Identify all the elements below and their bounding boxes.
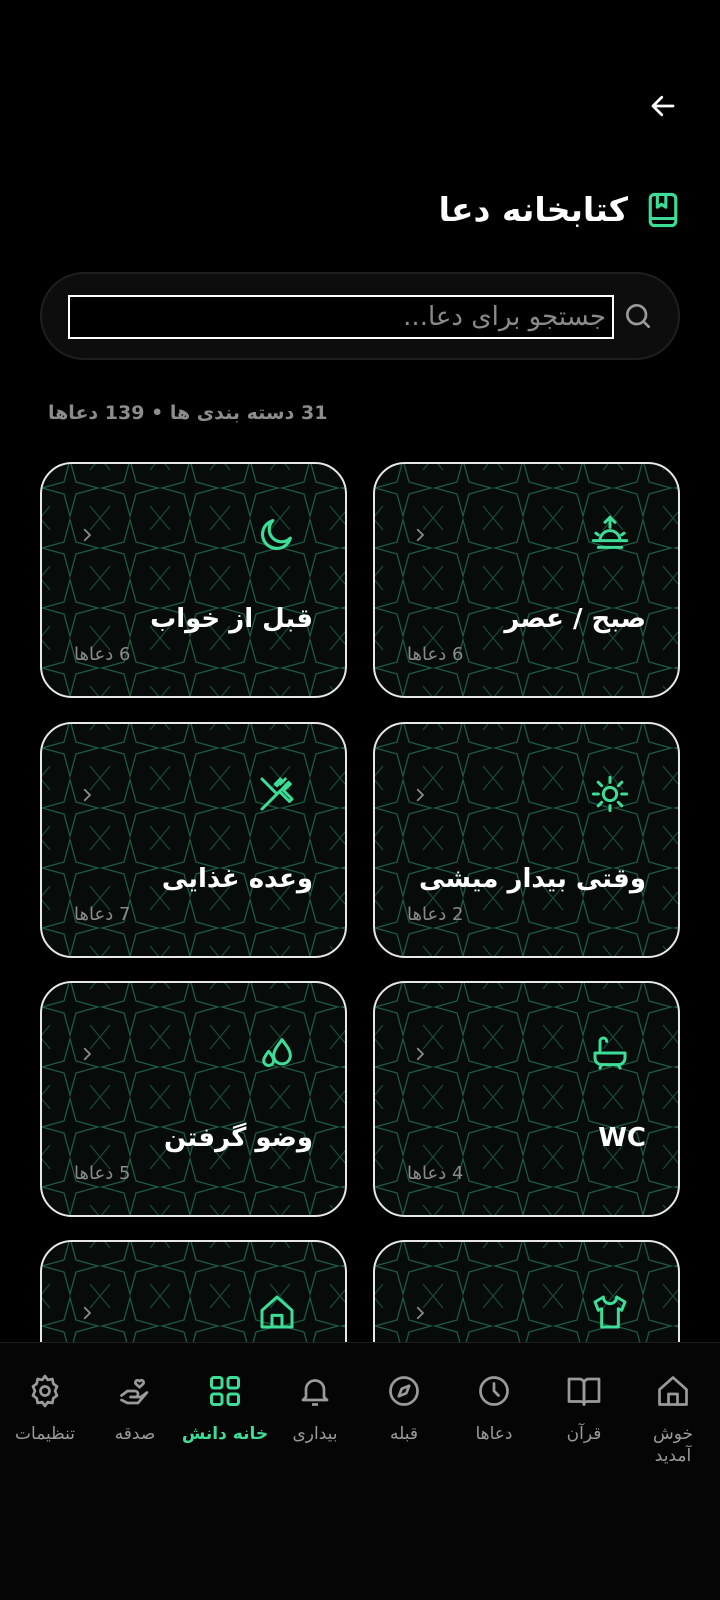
gear-icon — [31, 1374, 59, 1408]
nav-label: خانه دانش — [181, 1424, 269, 1444]
category-card[interactable]: وقتی بیدار میشی 2 دعاها — [373, 722, 680, 958]
category-card[interactable]: وعده غذایی 7 دعاها — [40, 722, 347, 958]
nav-item-qibla[interactable]: قبله — [360, 1373, 448, 1445]
chevron-left-icon — [83, 1306, 91, 1320]
bottom-navigation: خوش آمدید قرآن دعاها قبله بیداری خانه دا… — [0, 1342, 720, 1600]
chevron-left-icon — [416, 788, 424, 802]
nav-item-quran[interactable]: قرآن — [540, 1373, 628, 1445]
nav-item-charity[interactable]: صدقه — [91, 1373, 179, 1445]
nav-label: قبله — [390, 1424, 418, 1444]
bathtub-icon — [593, 1036, 627, 1070]
clock-icon — [479, 1376, 509, 1406]
nav-label: تنظیمات — [15, 1424, 75, 1444]
fork-knife-icon — [260, 777, 294, 811]
nav-label: قرآن — [566, 1424, 602, 1444]
arrow-left-icon — [651, 95, 675, 117]
category-count: 2 دعاها — [407, 904, 464, 925]
home-icon — [658, 1376, 688, 1406]
compass-icon — [389, 1376, 419, 1406]
search-input[interactable] — [68, 295, 614, 339]
category-name: WC — [598, 1123, 646, 1153]
chevron-left-icon — [83, 788, 91, 802]
chevron-left-icon — [83, 1047, 91, 1061]
category-name: صبح / عصر — [504, 604, 646, 634]
chevron-left-icon — [416, 1306, 424, 1320]
page-header: کتابخانه دعا — [439, 190, 680, 229]
category-count: 6 دعاها — [407, 644, 464, 665]
home-icon — [260, 1295, 294, 1329]
category-card[interactable] — [373, 1240, 680, 1342]
back-button[interactable] — [645, 88, 681, 124]
bookmark-book-icon — [648, 192, 678, 227]
nav-item-duas[interactable]: دعاها — [450, 1373, 538, 1445]
nav-item-welcome[interactable]: خوش آمدید — [629, 1373, 717, 1467]
grid-icon — [210, 1376, 240, 1406]
moon-icon — [260, 519, 292, 551]
nav-label: بیداری — [292, 1424, 338, 1444]
category-count: 7 دعاها — [74, 904, 131, 925]
search-bar — [40, 272, 680, 360]
category-count: 6 دعاها — [74, 644, 131, 665]
category-name: قبل از خواب — [150, 604, 313, 634]
category-name: وضو گرفتن — [164, 1123, 313, 1153]
category-card[interactable]: صبح / عصر 6 دعاها — [373, 462, 680, 698]
category-grid: صبح / عصر 6 دعاها قبل از خواب 6 دعاها وق… — [40, 462, 680, 1342]
nav-label: صدقه — [114, 1424, 156, 1444]
chevron-left-icon — [416, 1047, 424, 1061]
shirt-icon — [593, 1295, 627, 1329]
category-name: وقتی بیدار میشی — [419, 864, 646, 894]
sunrise-icon — [591, 515, 629, 549]
nav-item-wakeup[interactable]: بیداری — [271, 1373, 359, 1445]
category-card[interactable]: WC 4 دعاها — [373, 981, 680, 1217]
nav-label: خوش آمدید — [652, 1424, 694, 1466]
nav-item-settings[interactable]: تنظیمات — [1, 1373, 89, 1445]
search-icon — [626, 304, 650, 328]
hand-heart-icon — [120, 1378, 149, 1405]
summary-text: 31 دسته بندی ها • 139 دعاها — [48, 402, 328, 424]
page-title: کتابخانه دعا — [438, 190, 628, 229]
bell-icon — [301, 1379, 329, 1406]
category-name: وعده غذایی — [161, 864, 313, 894]
category-count: 5 دعاها — [74, 1163, 131, 1184]
category-card[interactable]: وضو گرفتن 5 دعاها — [40, 981, 347, 1217]
open-book-icon — [567, 1377, 601, 1406]
nav-item-knowledge-house[interactable]: خانه دانش — [181, 1373, 269, 1445]
category-count: 4 دعاها — [407, 1163, 464, 1184]
nav-label: دعاها — [475, 1424, 513, 1444]
water-drops-icon — [262, 1038, 292, 1067]
category-card[interactable]: قبل از خواب 6 دعاها — [40, 462, 347, 698]
sun-icon — [591, 775, 629, 813]
chevron-left-icon — [416, 528, 424, 542]
category-card[interactable] — [40, 1240, 347, 1342]
chevron-left-icon — [83, 528, 91, 542]
